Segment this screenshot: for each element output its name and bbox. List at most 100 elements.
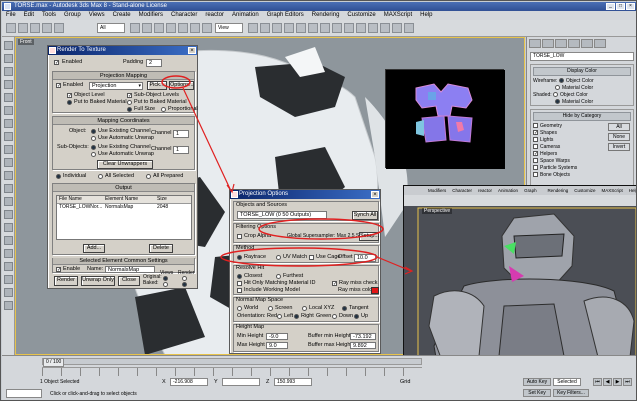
unwrap-only-button[interactable]: Unwrap Only [81,276,115,286]
hide-category-checkbox[interactable] [533,130,538,136]
link-icon[interactable] [30,23,40,33]
delete-element-button[interactable]: Delete [149,244,173,253]
wireframe-material-radio[interactable] [555,85,560,91]
viewport-label[interactable]: Front [18,39,34,45]
schematic-view-icon[interactable] [356,23,366,33]
select-by-name-icon[interactable] [142,23,152,33]
tool-icon-5[interactable] [4,93,13,102]
z-coord-field[interactable]: 150.993 [274,378,312,386]
hide-category-checkbox[interactable] [533,172,538,178]
put-baked-radio[interactable] [67,100,72,105]
select-object-icon[interactable] [130,23,140,33]
time-slider[interactable]: 0 / 100 [43,358,65,367]
ray-miss-color-swatch[interactable] [371,287,379,294]
selected-element-header[interactable]: Selected Element Common Settings [53,258,194,265]
padding-field[interactable]: 2 [146,59,162,67]
hide-category-checkbox[interactable] [533,151,538,157]
auto-key-button[interactable]: Auto Key [523,378,551,386]
select-scale-icon[interactable] [202,23,212,33]
hide-category-checkbox[interactable] [533,158,538,164]
motion-tab-icon[interactable] [568,39,580,48]
tool-icon-8[interactable] [4,132,13,141]
hide-category-item[interactable]: Bone Objects [533,172,631,179]
min-height-field[interactable]: -9.0 [266,333,288,340]
quick-render-icon[interactable] [404,23,414,33]
all-prepared-radio[interactable] [146,174,151,179]
angle-snap-icon[interactable] [284,23,294,33]
object-auto-radio[interactable] [91,136,96,141]
projection-options-close-icon[interactable]: × [371,191,379,198]
put-baked-sub-radio[interactable] [127,100,132,105]
tool-icon-17[interactable] [4,249,13,258]
proportional-radio[interactable] [161,107,166,112]
tangent-radio[interactable] [342,306,347,311]
output-column-header[interactable]: Size [155,196,191,203]
tool-icon-10[interactable] [4,158,13,167]
use-cage-checkbox[interactable] [309,255,314,260]
tool-icon-12[interactable] [4,184,13,193]
tool-icon-13[interactable] [4,197,13,206]
menu-item-create[interactable]: Create [113,11,131,20]
tool-icon-14[interactable] [4,210,13,219]
window-crossing-icon[interactable] [166,23,176,33]
object-channel-field[interactable]: 1 [173,130,189,138]
menu-item-customize[interactable]: Customize [347,11,375,20]
close-button[interactable]: Close [118,276,140,286]
individual-radio[interactable] [56,174,61,179]
tool-icon-3[interactable] [4,67,13,76]
projection-enabled-checkbox[interactable] [56,83,61,88]
select-move-icon[interactable] [178,23,188,33]
prev-frame-icon[interactable]: ◀ [603,378,612,386]
menu-item-maxscript[interactable]: MAXScript [384,11,412,20]
key-filters-button[interactable]: Key Filters... [553,389,589,397]
unlink-icon[interactable] [42,23,52,33]
utilities-tab-icon[interactable] [594,39,606,48]
close-icon[interactable]: × [626,3,635,10]
display-tab-icon[interactable] [581,39,593,48]
tool-icon-11[interactable] [4,171,13,180]
render-menu-item-reactor[interactable]: reactor [478,186,492,195]
output-table[interactable]: File Name Element Name Size TORSE_LOWNor..… [56,195,192,240]
menu-item-group[interactable]: Group [64,11,81,20]
hierarchy-tab-icon[interactable] [555,39,567,48]
select-rotate-icon[interactable] [190,23,200,33]
tool-icon-15[interactable] [4,223,13,232]
world-radio[interactable] [237,306,242,311]
screen-radio[interactable] [268,306,273,311]
subobj-auto-radio[interactable] [91,152,96,157]
menu-item-help[interactable]: Help [420,11,432,20]
setup-button[interactable]: Setup... [359,232,379,241]
red-left-radio[interactable] [277,314,282,319]
closest-radio[interactable] [237,274,242,279]
tool-icon-21[interactable] [4,301,13,310]
objects-sources-field[interactable]: TORSE_LOW (0 50 Outputs) [237,211,327,219]
tool-icon-1[interactable] [4,41,13,50]
element-enable-checkbox[interactable] [56,267,61,272]
shaded-material-radio[interactable] [555,99,560,105]
furthest-radio[interactable] [276,274,281,279]
crop-alpha-checkbox[interactable] [237,234,242,239]
output-column-header[interactable]: Element Name [103,196,155,203]
local-xyz-radio[interactable] [302,306,307,311]
subobj-channel-field[interactable]: 1 [173,146,189,154]
render-frame-icon[interactable] [392,23,402,33]
shaded-object-radio[interactable] [553,92,559,98]
menu-item-reactor[interactable]: reactor [205,11,224,20]
projection-mapping-header[interactable]: Projection Mapping [53,72,194,80]
raytrace-radio[interactable] [237,255,242,260]
material-editor-icon[interactable] [368,23,378,33]
render-button[interactable]: Render [54,276,78,286]
all-button[interactable]: All [608,123,630,131]
baked-views-radio[interactable] [163,282,168,287]
tool-icon-6[interactable] [4,106,13,115]
menu-item-file[interactable]: File [6,11,16,20]
menu-item-graph-editors[interactable]: Graph Editors [267,11,304,20]
full-size-radio[interactable] [127,107,132,112]
menu-item-views[interactable]: Views [89,11,105,20]
uv-match-radio[interactable] [276,255,281,260]
max-height-field[interactable]: 9.0 [266,342,288,349]
offset-field[interactable]: 10.0 [354,254,376,262]
render-menu-item-animation[interactable]: Animation [498,186,518,195]
hide-category-checkbox[interactable] [533,165,538,171]
all-selected-radio[interactable] [98,174,103,179]
